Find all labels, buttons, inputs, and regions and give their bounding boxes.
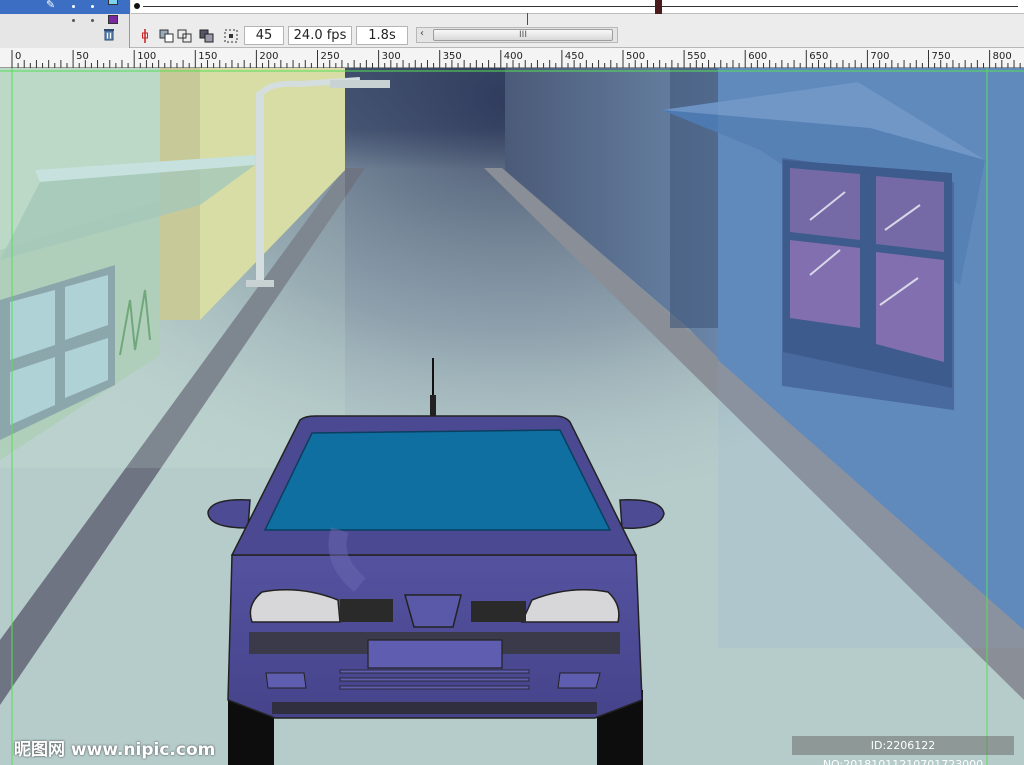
onion-skin-icon <box>159 29 174 43</box>
layer-color-swatch[interactable] <box>108 0 118 5</box>
ruler-label: 750 <box>932 51 951 62</box>
layer-row-selected[interactable]: ✎ <box>0 0 130 14</box>
center-frame-icon <box>142 29 148 43</box>
layer-row[interactable] <box>0 14 130 28</box>
ruler-label: 100 <box>137 51 156 62</box>
onion-skin-outlines-icon <box>177 29 192 43</box>
ruler-label: 250 <box>321 51 340 62</box>
ruler-label: 650 <box>809 51 828 62</box>
modify-onion-markers-button[interactable] <box>221 26 239 44</box>
visibility-dot[interactable] <box>72 5 75 8</box>
timeline-panel: ✎ 45 24.0 fps 1.8s ‹ III <box>0 0 1024 48</box>
tween-line <box>143 6 1018 7</box>
visibility-dot[interactable] <box>72 19 75 22</box>
trash-icon[interactable] <box>102 27 116 41</box>
street-scene <box>0 68 1024 765</box>
frame-rate-field[interactable]: 24.0 fps <box>288 26 352 45</box>
layer-list: ✎ <box>0 0 130 48</box>
watermark-id: ID:2206122 NO:20181011210701723000 <box>792 736 1014 765</box>
edit-multiple-frames-icon <box>199 29 214 43</box>
ruler-label: 800 <box>993 51 1012 62</box>
ruler-label: 150 <box>198 51 217 62</box>
ruler-label: 600 <box>748 51 767 62</box>
pencil-icon: ✎ <box>46 0 56 11</box>
ruler-ticks: 0 50 100 150 200 250 300 350 400 450 500 550 600 650 7… <box>11 50 1021 68</box>
keyframe-dot[interactable] <box>134 3 140 9</box>
current-frame-field[interactable]: 45 <box>244 26 284 45</box>
frame-track[interactable] <box>131 0 1024 14</box>
horizontal-ruler: 0 50 100 150 200 250 300 350 400 450 500 550 600 650 7… <box>0 48 1024 68</box>
layer-color-swatch[interactable] <box>108 15 118 24</box>
lock-dot[interactable] <box>91 19 94 22</box>
timeline-scrollbar[interactable]: ‹ III <box>416 27 618 43</box>
stage[interactable] <box>0 68 1024 765</box>
modify-onion-markers-icon <box>224 29 238 43</box>
ruler-label: 400 <box>504 51 523 62</box>
scrollbar-thumb[interactable]: III <box>433 29 613 41</box>
lock-dot[interactable] <box>91 5 94 8</box>
elapsed-time-field: 1.8s <box>356 26 408 45</box>
watermark-left: 昵图网 www.nipic.com <box>14 740 216 760</box>
ruler-label: 50 <box>76 51 89 62</box>
ruler-label: 200 <box>259 51 278 62</box>
timeline-toolbar: 45 24.0 fps 1.8s ‹ III <box>131 24 1024 46</box>
center-frame-button[interactable] <box>135 26 153 44</box>
ruler-label: 450 <box>565 51 584 62</box>
ruler-label: 500 <box>626 51 645 62</box>
onion-skin-button[interactable] <box>157 26 175 44</box>
ruler-label: 300 <box>382 51 401 62</box>
onion-skin-outlines-button[interactable] <box>175 26 193 44</box>
playhead[interactable] <box>655 0 662 14</box>
ruler-label: 700 <box>870 51 889 62</box>
ruler-label: 0 <box>15 51 21 62</box>
scroll-left-arrow-icon[interactable]: ‹ <box>420 28 424 39</box>
ruler-label: 550 <box>687 51 706 62</box>
edit-multiple-frames-button[interactable] <box>197 26 215 44</box>
ruler-label: 350 <box>443 51 462 62</box>
flash-editor-window: ✎ 45 24.0 fps 1.8s ‹ III 0 50 100 150 20… <box>0 0 1024 765</box>
